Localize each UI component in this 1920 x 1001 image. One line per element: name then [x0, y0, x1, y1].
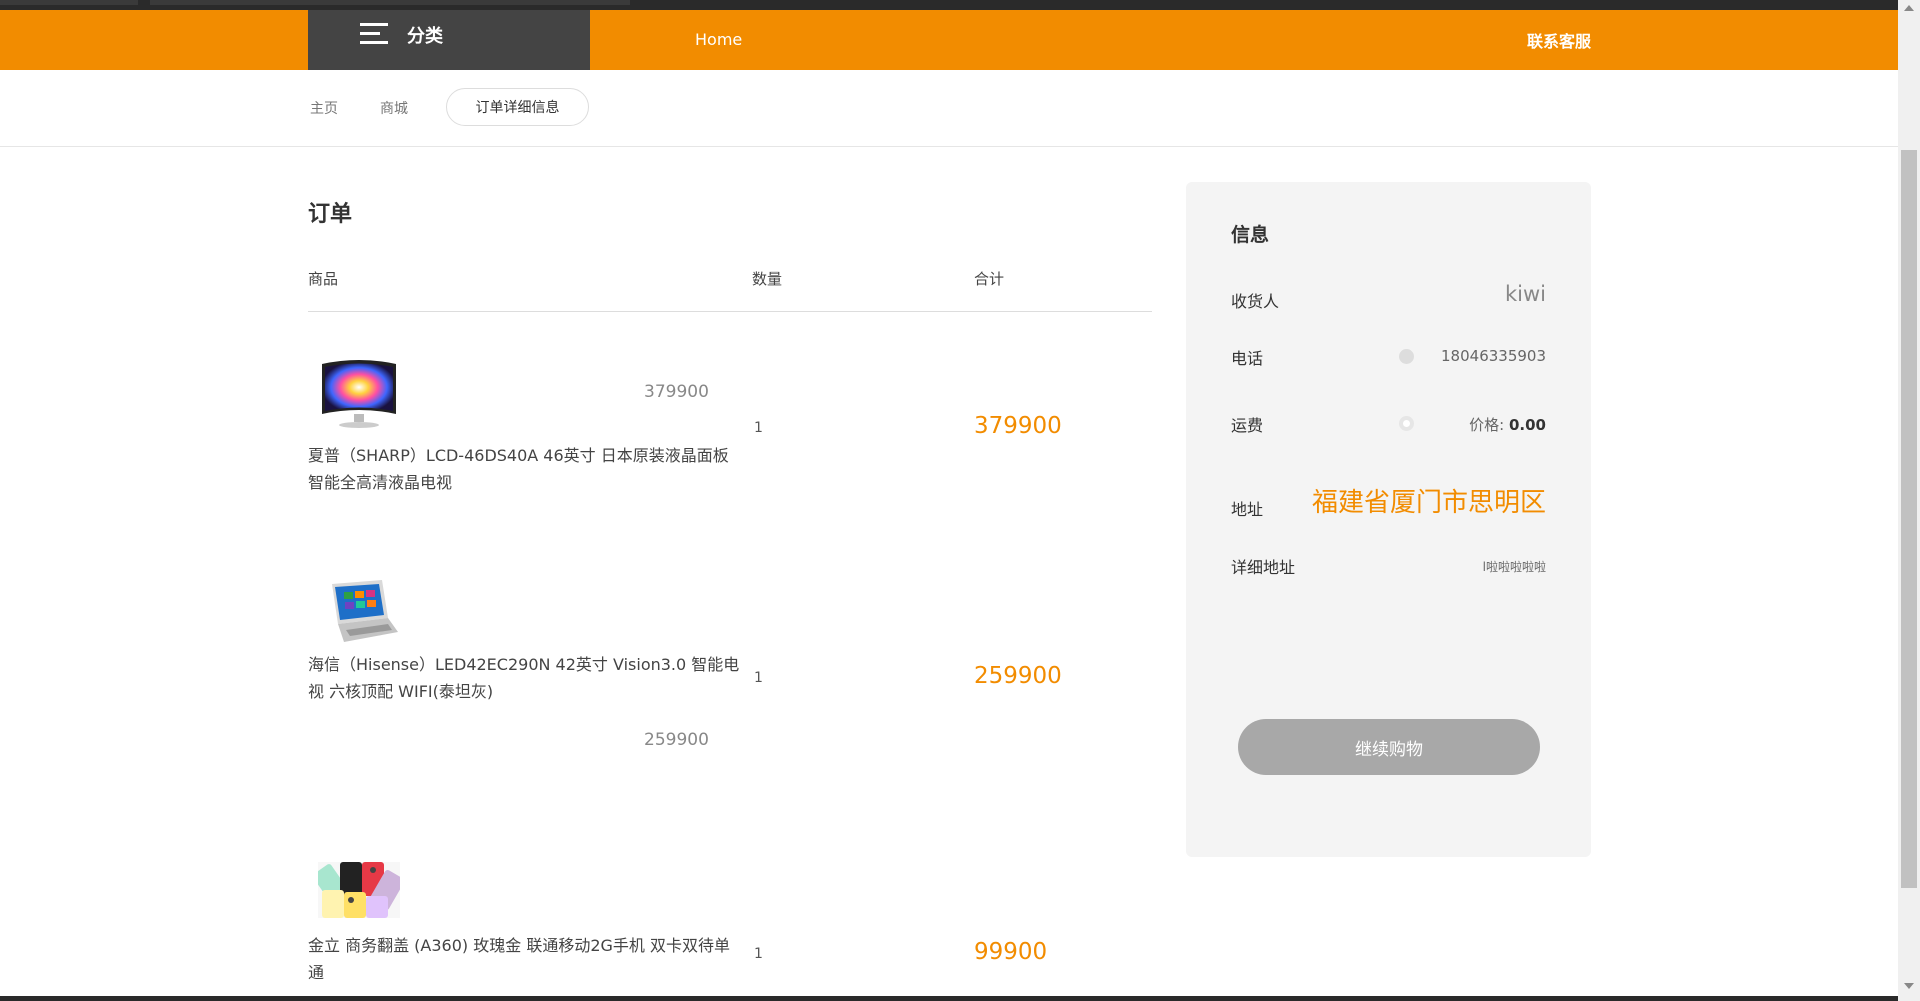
column-header-quantity: 数量: [752, 270, 783, 288]
item-name[interactable]: 夏普（SHARP）LCD-46DS40A 46英寸 日本原装液晶面板 智能全高清…: [308, 442, 744, 496]
item-name-line: 智能全高清液晶电视: [308, 473, 453, 492]
receiver-value: kiwi: [1504, 282, 1546, 306]
shipping-price-prefix: 价格:: [1469, 416, 1505, 434]
phone-value: 18046335903: [1441, 347, 1546, 365]
info-title: 信息: [1231, 224, 1270, 246]
breadcrumb-shop[interactable]: 商城: [380, 98, 408, 118]
order-row: 海信（Hisense）LED42EC290N 42英寸 Vision3.0 智能…: [308, 570, 1152, 760]
vertical-scrollbar[interactable]: [1898, 0, 1920, 1001]
window-bottom-edge: [0, 996, 1898, 1001]
order-title: 订单: [308, 202, 353, 227]
category-menu-button[interactable]: 分类: [308, 10, 590, 70]
continue-shopping-button[interactable]: 继续购物: [1238, 719, 1540, 775]
category-label: 分类: [407, 26, 443, 47]
shipping-label: 运费: [1231, 416, 1264, 435]
address-value: 福建省厦门市思明区: [1311, 488, 1546, 518]
nav-home-link[interactable]: Home: [695, 30, 742, 49]
receiver-label: 收货人: [1231, 292, 1280, 311]
shipping-value: 价格: 0.00: [1469, 414, 1546, 435]
header-divider: [308, 311, 1152, 312]
breadcrumb: 主页 商城 订单详细信息: [0, 70, 1898, 147]
phone-dot-icon: [1399, 349, 1414, 364]
address-label: 地址: [1231, 500, 1264, 519]
order-row: 金立 商务翻盖 (A360) 玫瑰金 联通移动2G手机 双卡双待单 通 1 99…: [308, 856, 1152, 996]
column-header-product: 商品: [308, 270, 339, 288]
order-info-panel: 信息 收货人 kiwi 电话 18046335903 运费 价格: 0.00 地…: [1186, 182, 1591, 857]
hamburger-icon: [360, 23, 388, 45]
breadcrumb-home[interactable]: 主页: [310, 98, 338, 118]
top-navbar: 分类 Home 联系客服: [0, 10, 1898, 70]
shipping-price: 0.00: [1508, 416, 1546, 434]
item-name[interactable]: 海信（Hisense）LED42EC290N 42英寸 Vision3.0 智能…: [308, 651, 744, 705]
laptop-icon[interactable]: [318, 576, 400, 652]
item-quantity: 1: [754, 946, 763, 962]
item-name-line: 金立 商务翻盖 (A360) 玫瑰金 联通移动2G手机 双卡双待单: [308, 936, 730, 955]
shipping-radio-icon[interactable]: [1399, 416, 1414, 431]
tab-strip-segment: [0, 0, 138, 5]
breadcrumb-current[interactable]: 订单详细信息: [446, 88, 589, 126]
tab-strip-segment: [150, 0, 630, 5]
scrollbar-thumb[interactable]: [1901, 150, 1917, 888]
item-name-line: 视 六核顶配 WIFI(泰坦灰): [308, 682, 494, 701]
phones-icon[interactable]: [312, 862, 405, 918]
curved-monitor-icon[interactable]: [318, 356, 400, 432]
item-name-line: 海信（Hisense）LED42EC290N 42英寸 Vision3.0 智能…: [308, 655, 740, 674]
item-unit-price: 259900: [644, 730, 709, 750]
item-quantity: 1: [754, 670, 763, 686]
detail-address-value: l啦啦啦啦啦: [1482, 560, 1546, 574]
item-unit-price: 379900: [644, 382, 709, 402]
item-total: 379900: [974, 413, 1062, 439]
item-name[interactable]: 金立 商务翻盖 (A360) 玫瑰金 联通移动2G手机 双卡双待单 通: [308, 932, 744, 986]
item-total: 99900: [974, 939, 1048, 965]
window-top-edge: [0, 0, 1920, 10]
scroll-down-arrow-icon[interactable]: [1904, 983, 1914, 989]
item-total: 259900: [974, 663, 1062, 689]
scroll-up-arrow-icon[interactable]: [1904, 5, 1914, 11]
item-name-line: 夏普（SHARP）LCD-46DS40A 46英寸 日本原装液晶面板: [308, 446, 729, 465]
column-header-total: 合计: [974, 270, 1005, 288]
nav-contact-link[interactable]: 联系客服: [1527, 28, 1591, 52]
order-row: 379900 夏普（SHARP）LCD-46DS40A 46英寸 日本原装液晶面…: [308, 350, 1152, 520]
item-quantity: 1: [754, 420, 763, 436]
item-name-line: 通: [308, 963, 325, 982]
phone-label: 电话: [1231, 349, 1264, 368]
detail-address-label: 详细地址: [1231, 558, 1296, 577]
